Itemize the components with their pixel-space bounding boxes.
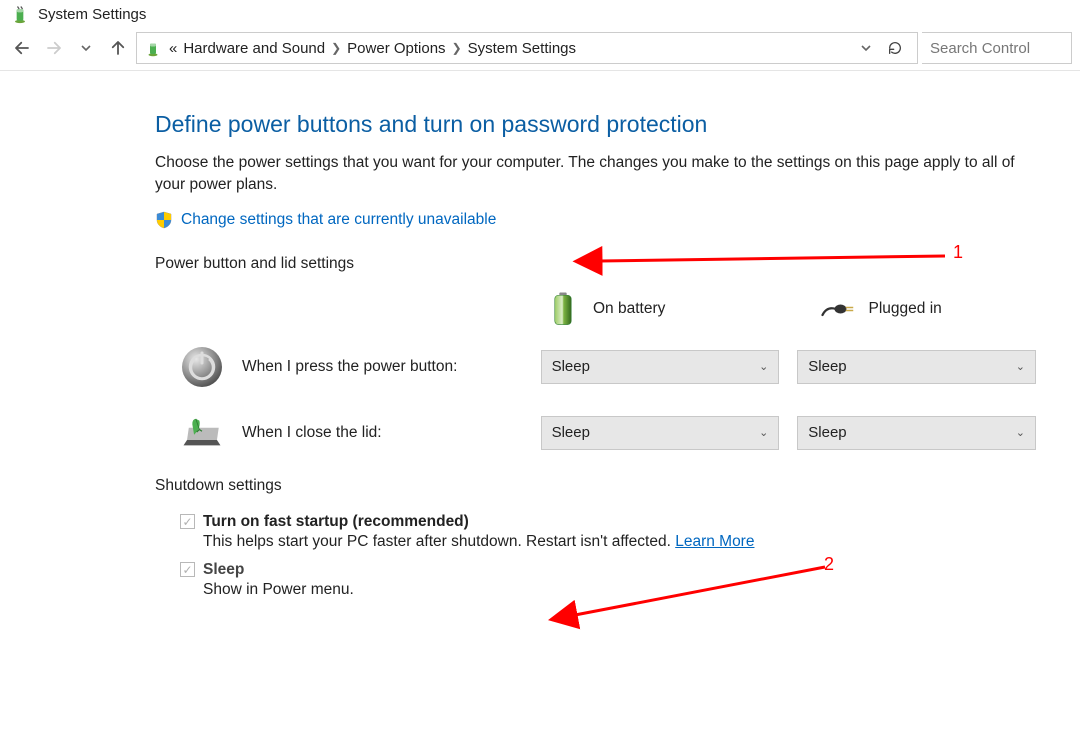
column-plugged-in: Plugged in bbox=[821, 291, 1037, 327]
nav-toolbar: « Hardware and Sound ❯ Power Options ❯ S… bbox=[0, 30, 1080, 71]
chevron-down-icon: ⌄ bbox=[759, 426, 768, 439]
chevron-right-icon: ❯ bbox=[452, 41, 462, 55]
nav-forward-button[interactable] bbox=[40, 34, 68, 62]
power-button-on-battery-dropdown[interactable]: Sleep ⌄ bbox=[541, 350, 780, 384]
dropdown-value: Sleep bbox=[552, 358, 590, 375]
breadcrumb-system-settings[interactable]: System Settings bbox=[468, 40, 576, 57]
address-dropdown-button[interactable] bbox=[855, 43, 877, 53]
titlebar: System Settings bbox=[0, 0, 1080, 30]
sleep-title: Sleep bbox=[203, 561, 244, 579]
fast-startup-title: Turn on fast startup (recommended) bbox=[203, 513, 469, 531]
breadcrumb-power-options[interactable]: Power Options bbox=[347, 40, 445, 57]
dropdown-value: Sleep bbox=[808, 358, 846, 375]
search-input[interactable] bbox=[930, 40, 1063, 57]
section-power-lid: Power button and lid settings bbox=[155, 255, 1036, 273]
section-shutdown: Shutdown settings bbox=[155, 477, 1036, 495]
dropdown-value: Sleep bbox=[808, 424, 846, 441]
learn-more-link[interactable]: Learn More bbox=[675, 533, 754, 550]
annotation-1: 1 bbox=[953, 242, 963, 263]
sleep-desc: Show in Power menu. bbox=[180, 581, 1036, 599]
fast-startup-item: ✓ Turn on fast startup (recommended) Thi… bbox=[155, 513, 1036, 551]
row-power-button: When I press the power button: Sleep ⌄ S… bbox=[155, 345, 1036, 389]
close-lid-icon bbox=[180, 411, 224, 455]
content-area: Define power buttons and turn on passwor… bbox=[0, 71, 1060, 629]
column-on-battery: On battery bbox=[545, 291, 761, 327]
chevron-down-icon: ⌄ bbox=[1016, 426, 1025, 439]
close-lid-plugged-in-dropdown[interactable]: Sleep ⌄ bbox=[797, 416, 1036, 450]
dropdown-value: Sleep bbox=[552, 424, 590, 441]
row-close-lid: When I close the lid: Sleep ⌄ Sleep ⌄ bbox=[155, 411, 1036, 455]
refresh-button[interactable] bbox=[879, 40, 911, 56]
uac-shield-icon bbox=[155, 211, 173, 229]
breadcrumb-ellipsis[interactable]: « bbox=[169, 40, 177, 57]
page-title: Define power buttons and turn on passwor… bbox=[155, 111, 1036, 138]
power-options-icon bbox=[143, 38, 163, 58]
row-close-lid-label: When I close the lid: bbox=[242, 424, 523, 442]
chevron-down-icon: ⌄ bbox=[1016, 360, 1025, 373]
column-on-battery-label: On battery bbox=[593, 300, 665, 318]
breadcrumb-hardware-sound[interactable]: Hardware and Sound bbox=[183, 40, 325, 57]
annotation-2: 2 bbox=[824, 554, 834, 575]
power-button-icon bbox=[180, 345, 224, 389]
chevron-down-icon: ⌄ bbox=[759, 360, 768, 373]
power-options-icon bbox=[10, 4, 30, 24]
nav-up-button[interactable] bbox=[104, 34, 132, 62]
window-title: System Settings bbox=[38, 6, 146, 23]
nav-recent-dropdown[interactable] bbox=[72, 34, 100, 62]
power-button-plugged-in-dropdown[interactable]: Sleep ⌄ bbox=[797, 350, 1036, 384]
sleep-checkbox[interactable]: ✓ bbox=[180, 562, 195, 577]
search-box[interactable] bbox=[922, 32, 1072, 64]
nav-back-button[interactable] bbox=[8, 34, 36, 62]
chevron-right-icon: ❯ bbox=[331, 41, 341, 55]
fast-startup-checkbox[interactable]: ✓ bbox=[180, 514, 195, 529]
battery-icon bbox=[545, 291, 581, 327]
page-description: Choose the power settings that you want … bbox=[155, 152, 1036, 197]
sleep-item: ✓ Sleep Show in Power menu. bbox=[155, 561, 1036, 599]
change-settings-link[interactable]: Change settings that are currently unava… bbox=[181, 211, 496, 229]
plug-icon bbox=[821, 291, 857, 327]
close-lid-on-battery-dropdown[interactable]: Sleep ⌄ bbox=[541, 416, 780, 450]
row-power-button-label: When I press the power button: bbox=[242, 358, 523, 376]
address-bar[interactable]: « Hardware and Sound ❯ Power Options ❯ S… bbox=[136, 32, 918, 64]
fast-startup-desc: This helps start your PC faster after sh… bbox=[180, 533, 1036, 551]
column-plugged-in-label: Plugged in bbox=[869, 300, 942, 318]
